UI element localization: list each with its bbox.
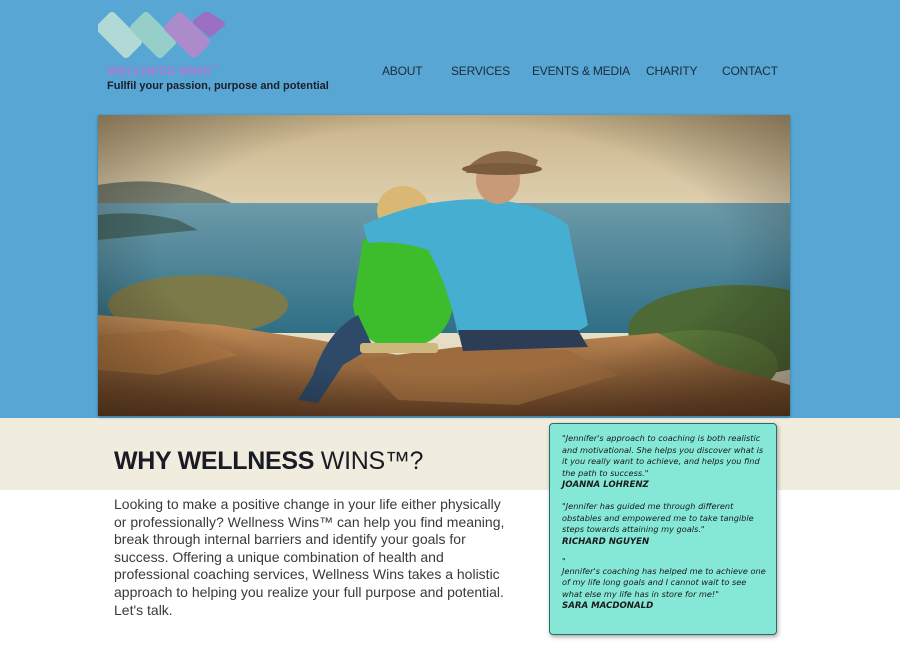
testimonial-stray-mark: ": [562, 556, 566, 566]
nav-about[interactable]: ABOUT: [382, 64, 423, 78]
nav-charity[interactable]: CHARITY: [646, 64, 697, 78]
headline-bold: WHY WELLNESS: [114, 447, 315, 475]
nav-services[interactable]: SERVICES: [451, 64, 510, 78]
testimonial-author: RICHARD NGUYEN: [562, 536, 650, 547]
headline-rest: WINS™?: [320, 447, 424, 475]
testimonial-quote: Jennifer's coaching has helped me to ach…: [562, 565, 766, 599]
testimonials-box: "Jennifer's approach to coaching is both…: [549, 423, 777, 635]
testimonial-author: SARA MACDONALD: [562, 601, 654, 611]
nav-contact[interactable]: CONTACT: [722, 64, 778, 78]
page-headline: WHY WELLNESS WINS™?: [114, 447, 423, 476]
tagline: Fullfil your passion, purpose and potent…: [107, 80, 329, 92]
brand-trademark: ™: [210, 65, 219, 72]
nav-events-media[interactable]: EVENTS & MEDIA: [532, 64, 630, 78]
intro-paragraph: Looking to make a positive change in you…: [114, 496, 505, 618]
wellness-wins-logo[interactable]: [98, 12, 228, 58]
brand-name-part1: WELLNESS: [107, 64, 176, 78]
brand-name[interactable]: WELLNESS WINS™: [107, 64, 218, 78]
testimonial-quote: "Jennifer's approach to coaching is both…: [562, 433, 764, 478]
hero-image: [98, 115, 790, 416]
testimonial-author: JOANNA LOHRENZ: [562, 480, 649, 490]
brand-name-part2: WINS: [178, 64, 211, 78]
testimonial-quote: "Jennifer has guided me through differen…: [562, 501, 754, 534]
